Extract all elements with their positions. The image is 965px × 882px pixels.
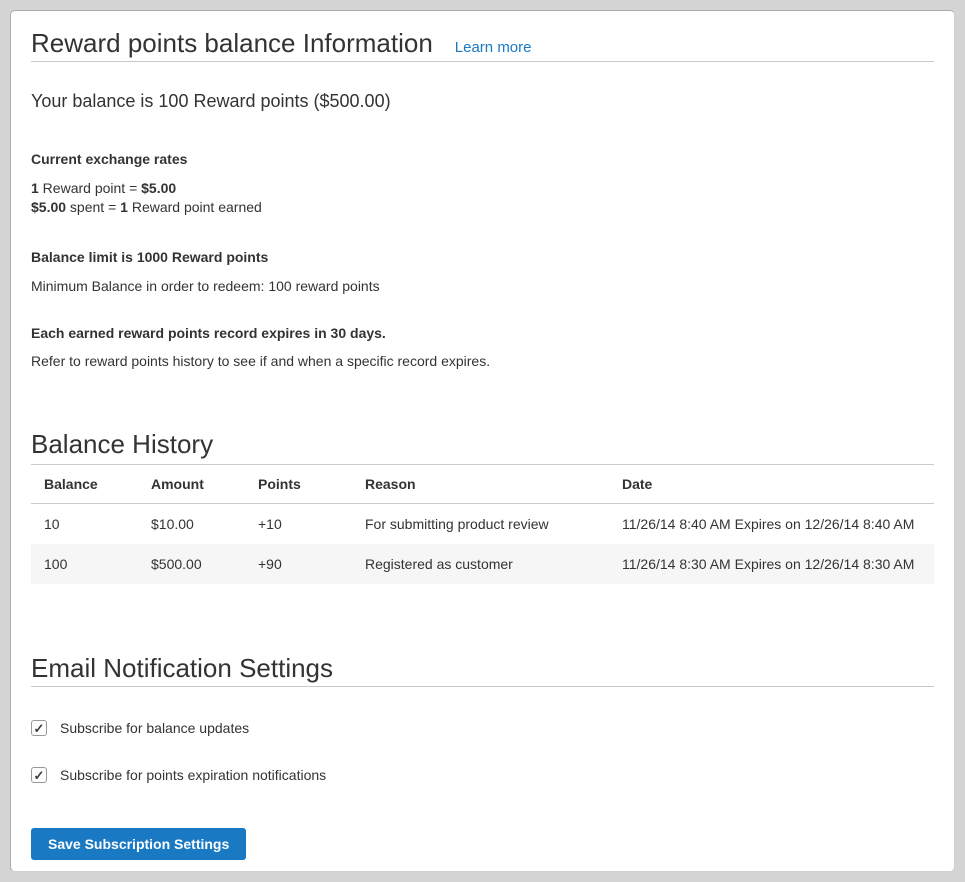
column-header-date: Date — [609, 465, 934, 504]
exchange-rates: 1 Reward point = $5.00 $5.00 spent = 1 R… — [31, 179, 934, 217]
exchange-rates-heading: Current exchange rates — [31, 149, 934, 169]
column-header-reason: Reason — [352, 465, 609, 504]
subscribe-balance-updates-row[interactable]: ✓ Subscribe for balance updates — [31, 720, 934, 736]
cell-reason: Registered as customer — [352, 544, 609, 584]
table-header-row: Balance Amount Points Reason Date — [31, 465, 934, 504]
rate-points-to-currency: 1 Reward point = $5.00 — [31, 179, 934, 198]
reward-points-panel: Reward points balance Information Learn … — [10, 10, 955, 872]
table-row: 10 $10.00 +10 For submitting product rev… — [31, 504, 934, 545]
expiration-notice: Each earned reward points record expires… — [31, 323, 934, 343]
email-settings-heading: Email Notification Settings — [31, 650, 934, 686]
email-settings-divider — [31, 686, 934, 687]
checkbox-label[interactable]: Subscribe for balance updates — [60, 720, 249, 736]
cell-balance: 100 — [31, 544, 138, 584]
page-title: Reward points balance Information — [31, 25, 433, 61]
column-header-points: Points — [245, 465, 352, 504]
cell-date: 11/26/14 8:30 AM Expires on 12/26/14 8:3… — [609, 544, 934, 584]
cell-amount: $500.00 — [138, 544, 245, 584]
cell-date: 11/26/14 8:40 AM Expires on 12/26/14 8:4… — [609, 504, 934, 545]
cell-amount: $10.00 — [138, 504, 245, 545]
balance-summary: Your balance is 100 Reward points ($500.… — [31, 89, 934, 113]
minimum-balance-text: Minimum Balance in order to redeem: 100 … — [31, 276, 934, 296]
save-subscription-settings-button[interactable]: Save Subscription Settings — [31, 828, 246, 860]
balance-updates-checkbox[interactable]: ✓ — [31, 720, 47, 736]
cell-points: +10 — [245, 504, 352, 545]
cell-points: +90 — [245, 544, 352, 584]
check-icon: ✓ — [34, 722, 45, 735]
subscribe-expiration-notifications-row[interactable]: ✓ Subscribe for points expiration notifi… — [31, 767, 934, 783]
column-header-amount: Amount — [138, 465, 245, 504]
checkbox-label[interactable]: Subscribe for points expiration notifica… — [60, 767, 326, 783]
balance-history-heading: Balance History — [31, 426, 934, 462]
cell-reason: For submitting product review — [352, 504, 609, 545]
table-row: 100 $500.00 +90 Registered as customer 1… — [31, 544, 934, 584]
title-divider — [31, 61, 934, 62]
balance-history-table: Balance Amount Points Reason Date 10 $10… — [31, 464, 934, 584]
cell-balance: 10 — [31, 504, 138, 545]
expiration-hint: Refer to reward points history to see if… — [31, 351, 934, 371]
balance-limit-text: Balance limit is 1000 Reward points — [31, 247, 934, 267]
column-header-balance: Balance — [31, 465, 138, 504]
check-icon: ✓ — [34, 769, 45, 782]
rate-currency-to-points: $5.00 spent = 1 Reward point earned — [31, 198, 934, 217]
learn-more-link[interactable]: Learn more — [455, 39, 532, 56]
page-header: Reward points balance Information Learn … — [31, 25, 934, 61]
expiration-notifications-checkbox[interactable]: ✓ — [31, 767, 47, 783]
